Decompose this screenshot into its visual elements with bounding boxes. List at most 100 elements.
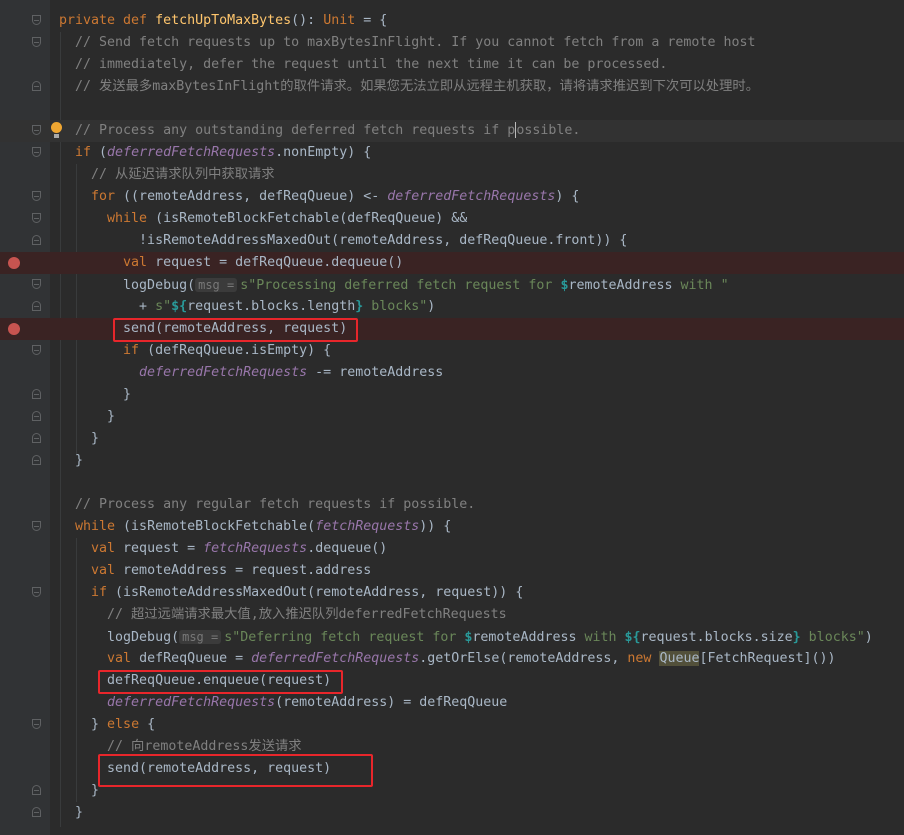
- code-token: // 超过远端请求最大值,放入推迟队列deferredFetchRequests: [59, 607, 507, 622]
- fold-start-icon[interactable]: [32, 147, 41, 157]
- code-line[interactable]: val request = fetchRequests.dequeue(): [0, 538, 904, 560]
- code-token: )) {: [419, 519, 452, 534]
- code-line[interactable]: private def fetchUpToMaxBytes(): Unit = …: [0, 10, 904, 32]
- code-token: // Process any regular fetch requests if…: [59, 497, 476, 512]
- code-token: s"Deferring fetch request for: [224, 630, 465, 645]
- fold-end-icon[interactable]: [32, 235, 41, 245]
- code-token: defReqQueue =: [139, 651, 252, 666]
- code-line[interactable]: val request = defReqQueue.dequeue(): [0, 252, 904, 274]
- code-line[interactable]: // Send fetch requests up to maxBytesInF…: [0, 32, 904, 54]
- code-text: // immediately, defer the request until …: [59, 54, 667, 76]
- code-token: while: [59, 211, 156, 226]
- code-token: }: [59, 805, 84, 820]
- code-line[interactable]: + s"${request.blocks.length} blocks"): [0, 296, 904, 318]
- code-line[interactable]: deferredFetchRequests -= remoteAddress: [0, 362, 904, 384]
- code-token: else: [107, 717, 148, 732]
- code-token: if: [59, 145, 100, 160]
- fold-end-icon[interactable]: [32, 807, 41, 817]
- code-line[interactable]: if (isRemoteAddressMaxedOut(remoteAddres…: [0, 582, 904, 604]
- code-token: private def: [59, 13, 156, 28]
- code-line[interactable]: // Process any outstanding deferred fetc…: [0, 120, 904, 142]
- code-token: val: [59, 563, 124, 578]
- code-line[interactable]: }: [0, 406, 904, 428]
- code-token: for: [59, 189, 124, 204]
- fold-start-icon[interactable]: [32, 191, 41, 201]
- code-line[interactable]: } else {: [0, 714, 904, 736]
- code-token: (isRemoteBlockFetchable(defReqQueue) &&: [155, 211, 468, 226]
- code-line[interactable]: // immediately, defer the request until …: [0, 54, 904, 76]
- code-token: deferredFetchRequests: [59, 695, 276, 710]
- code-line[interactable]: val defReqQueue = deferredFetchRequests.…: [0, 648, 904, 670]
- code-token: // 发送最多maxBytesInFlight的取件请求。如果您无法立即从远程主…: [59, 79, 759, 94]
- code-line[interactable]: val remoteAddress = request.address: [0, 560, 904, 582]
- fold-start-icon[interactable]: [32, 279, 41, 289]
- code-line[interactable]: }: [0, 428, 904, 450]
- code-line[interactable]: }: [0, 802, 904, 824]
- code-token: Queue: [659, 651, 700, 666]
- code-token: deferredFetchRequests: [59, 365, 308, 380]
- code-line[interactable]: deferredFetchRequests(remoteAddress) = d…: [0, 692, 904, 714]
- code-text: deferredFetchRequests -= remoteAddress: [59, 362, 443, 384]
- fold-end-icon[interactable]: [32, 785, 41, 795]
- code-line[interactable]: if (defReqQueue.isEmpty) {: [0, 340, 904, 362]
- code-line[interactable]: if (deferredFetchRequests.nonEmpty) {: [0, 142, 904, 164]
- code-token: (isRemoteBlockFetchable(: [123, 519, 316, 534]
- fold-start-icon[interactable]: [32, 213, 41, 223]
- code-token: (defReqQueue.isEmpty) {: [147, 343, 332, 358]
- code-text: !isRemoteAddressMaxedOut(remoteAddress, …: [59, 230, 627, 252]
- code-line[interactable]: logDebug(msg = s"Processing deferred fetc…: [0, 274, 904, 296]
- code-token: blocks": [800, 630, 865, 645]
- code-line[interactable]: !isRemoteAddressMaxedOut(remoteAddress, …: [0, 230, 904, 252]
- fold-end-icon[interactable]: [32, 433, 41, 443]
- code-token: (: [99, 145, 108, 160]
- fold-start-icon[interactable]: [32, 37, 41, 47]
- fold-start-icon[interactable]: [32, 587, 41, 597]
- code-text: }: [59, 780, 99, 802]
- fold-end-icon[interactable]: [32, 389, 41, 399]
- code-line[interactable]: for ((remoteAddress, defReqQueue) <- def…: [0, 186, 904, 208]
- code-token: }: [59, 431, 100, 446]
- code-text: val remoteAddress = request.address: [59, 560, 371, 582]
- fold-start-icon[interactable]: [32, 15, 41, 25]
- breakpoint-icon[interactable]: [8, 257, 20, 269]
- code-line[interactable]: [0, 98, 904, 120]
- fold-end-icon[interactable]: [32, 81, 41, 91]
- code-token: ): [864, 630, 873, 645]
- fold-end-icon[interactable]: [32, 301, 41, 311]
- code-token: .nonEmpty) {: [275, 145, 372, 160]
- code-editor[interactable]: private def fetchUpToMaxBytes(): Unit = …: [0, 10, 904, 824]
- fold-end-icon[interactable]: [32, 411, 41, 421]
- code-line[interactable]: while (isRemoteBlockFetchable(fetchReque…: [0, 516, 904, 538]
- breakpoint-icon[interactable]: [8, 323, 20, 335]
- fold-start-icon[interactable]: [32, 521, 41, 531]
- fold-start-icon[interactable]: [32, 125, 41, 135]
- code-token: request = defReqQueue.dequeue(): [155, 255, 404, 270]
- code-line[interactable]: }: [0, 450, 904, 472]
- code-token: Unit: [323, 13, 356, 28]
- code-line[interactable]: // Process any regular fetch requests if…: [0, 494, 904, 516]
- code-line[interactable]: // 超过远端请求最大值,放入推迟队列deferredFetchRequests: [0, 604, 904, 626]
- code-text: val request = fetchRequests.dequeue(): [59, 538, 387, 560]
- fold-end-icon[interactable]: [32, 455, 41, 465]
- code-token: blocks": [363, 299, 428, 314]
- code-line[interactable]: }: [0, 384, 904, 406]
- code-token: ((remoteAddress, defReqQueue) <-: [123, 189, 388, 204]
- code-token: // 从延迟请求队列中获取请求: [59, 167, 275, 182]
- code-token: val: [59, 541, 124, 556]
- code-token: if: [59, 585, 116, 600]
- code-line[interactable]: // 从延迟请求队列中获取请求: [0, 164, 904, 186]
- code-token: // 向remoteAddress发送请求: [59, 739, 302, 754]
- fold-start-icon[interactable]: [32, 345, 41, 355]
- code-line[interactable]: logDebug(msg = s"Deferring fetch request …: [0, 626, 904, 648]
- code-line[interactable]: // 发送最多maxBytesInFlight的取件请求。如果您无法立即从远程主…: [0, 76, 904, 98]
- code-token: !isRemoteAddressMaxedOut(remoteAddress, …: [59, 233, 628, 248]
- code-line[interactable]: while (isRemoteBlockFetchable(defReqQueu…: [0, 208, 904, 230]
- fold-start-icon[interactable]: [32, 719, 41, 729]
- code-text: if (isRemoteAddressMaxedOut(remoteAddres…: [59, 582, 523, 604]
- code-text: deferredFetchRequests(remoteAddress) = d…: [59, 692, 507, 714]
- code-line[interactable]: [0, 472, 904, 494]
- code-text: }: [59, 450, 83, 472]
- code-token: ) {: [555, 189, 580, 204]
- code-text: } else {: [59, 714, 155, 736]
- code-token: val: [59, 255, 156, 270]
